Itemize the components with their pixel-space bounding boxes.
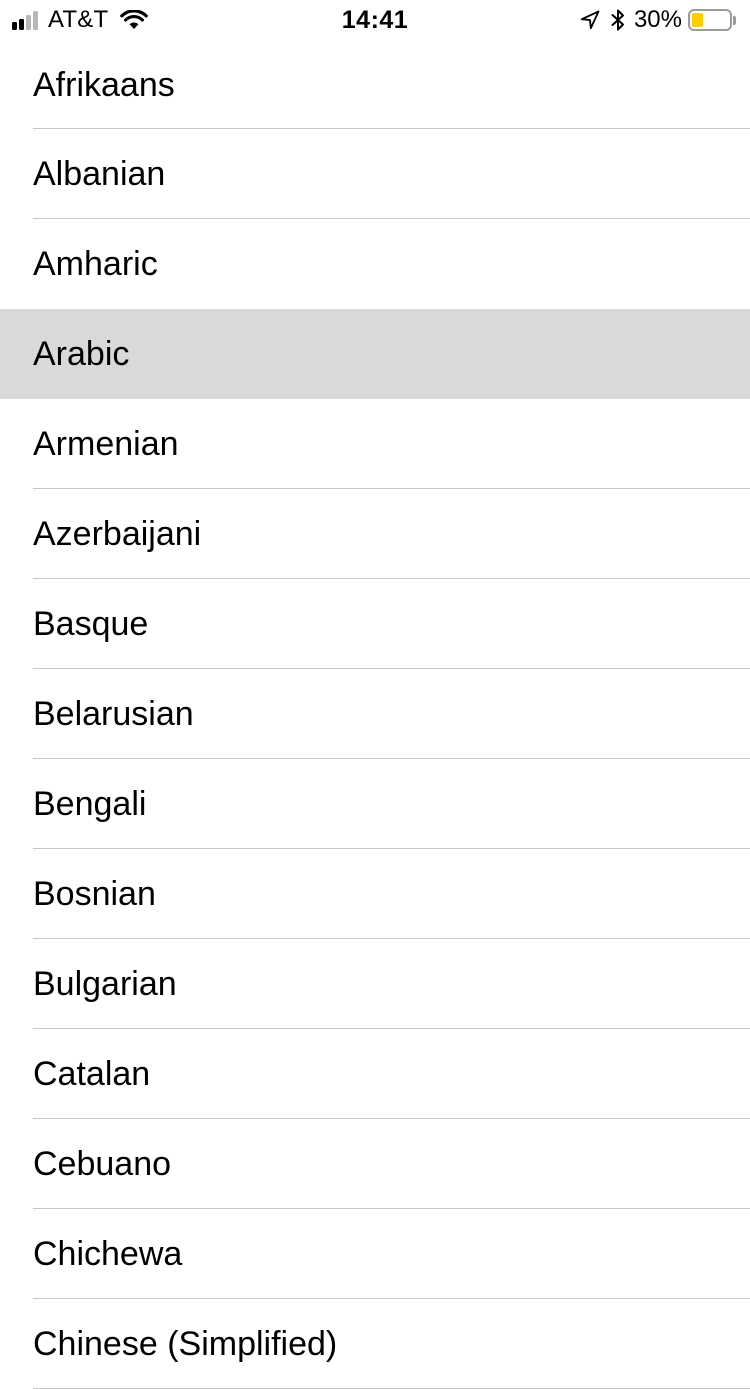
- language-label: Bengali: [33, 785, 147, 823]
- location-arrow-icon: [580, 10, 600, 30]
- language-row-chichewa[interactable]: Chichewa: [0, 1209, 750, 1299]
- status-bar-right: 30%: [580, 6, 736, 33]
- language-label: Arabic: [33, 335, 130, 373]
- language-label: Chinese (Simplified): [33, 1325, 338, 1363]
- language-row-bengali[interactable]: Bengali: [0, 759, 750, 849]
- language-label: Bulgarian: [33, 965, 177, 1003]
- language-label: Afrikaans: [33, 65, 175, 104]
- language-label: Belarusian: [33, 695, 194, 733]
- language-row-amharic[interactable]: Amharic: [0, 219, 750, 309]
- language-row-azerbaijani[interactable]: Azerbaijani: [0, 489, 750, 579]
- language-row-albanian[interactable]: Albanian: [0, 129, 750, 219]
- language-label: Armenian: [33, 425, 179, 463]
- language-row-armenian[interactable]: Armenian: [0, 399, 750, 489]
- language-label: Basque: [33, 605, 149, 643]
- battery-level-fill: [692, 13, 703, 27]
- battery-percentage: 30%: [633, 6, 682, 33]
- battery-nub: [733, 15, 736, 25]
- language-label: Albanian: [33, 155, 166, 193]
- language-label: Chichewa: [33, 1235, 183, 1273]
- language-row-arabic[interactable]: Arabic: [0, 309, 750, 399]
- language-row-chinese-simplified[interactable]: Chinese (Simplified): [0, 1299, 750, 1389]
- language-row-belarusian[interactable]: Belarusian: [0, 669, 750, 759]
- language-label: Azerbaijani: [33, 515, 202, 553]
- language-row-bosnian[interactable]: Bosnian: [0, 849, 750, 939]
- language-row-bulgarian[interactable]: Bulgarian: [0, 939, 750, 1029]
- language-row-afrikaans[interactable]: Afrikaans: [0, 40, 750, 129]
- language-row-basque[interactable]: Basque: [0, 579, 750, 669]
- language-label: Cebuano: [33, 1145, 172, 1183]
- language-row-catalan[interactable]: Catalan: [0, 1029, 750, 1119]
- language-label: Catalan: [33, 1055, 151, 1093]
- bluetooth-icon: [611, 9, 624, 31]
- battery-icon: [688, 9, 732, 31]
- language-label: Bosnian: [33, 875, 156, 913]
- status-bar: AT&T 14:41 30%: [0, 0, 750, 40]
- language-list: Afrikaans Albanian Amharic Arabic Armenian Az…: [0, 40, 750, 1389]
- language-row-cebuano[interactable]: Cebuano: [0, 1119, 750, 1209]
- language-label: Amharic: [33, 245, 158, 283]
